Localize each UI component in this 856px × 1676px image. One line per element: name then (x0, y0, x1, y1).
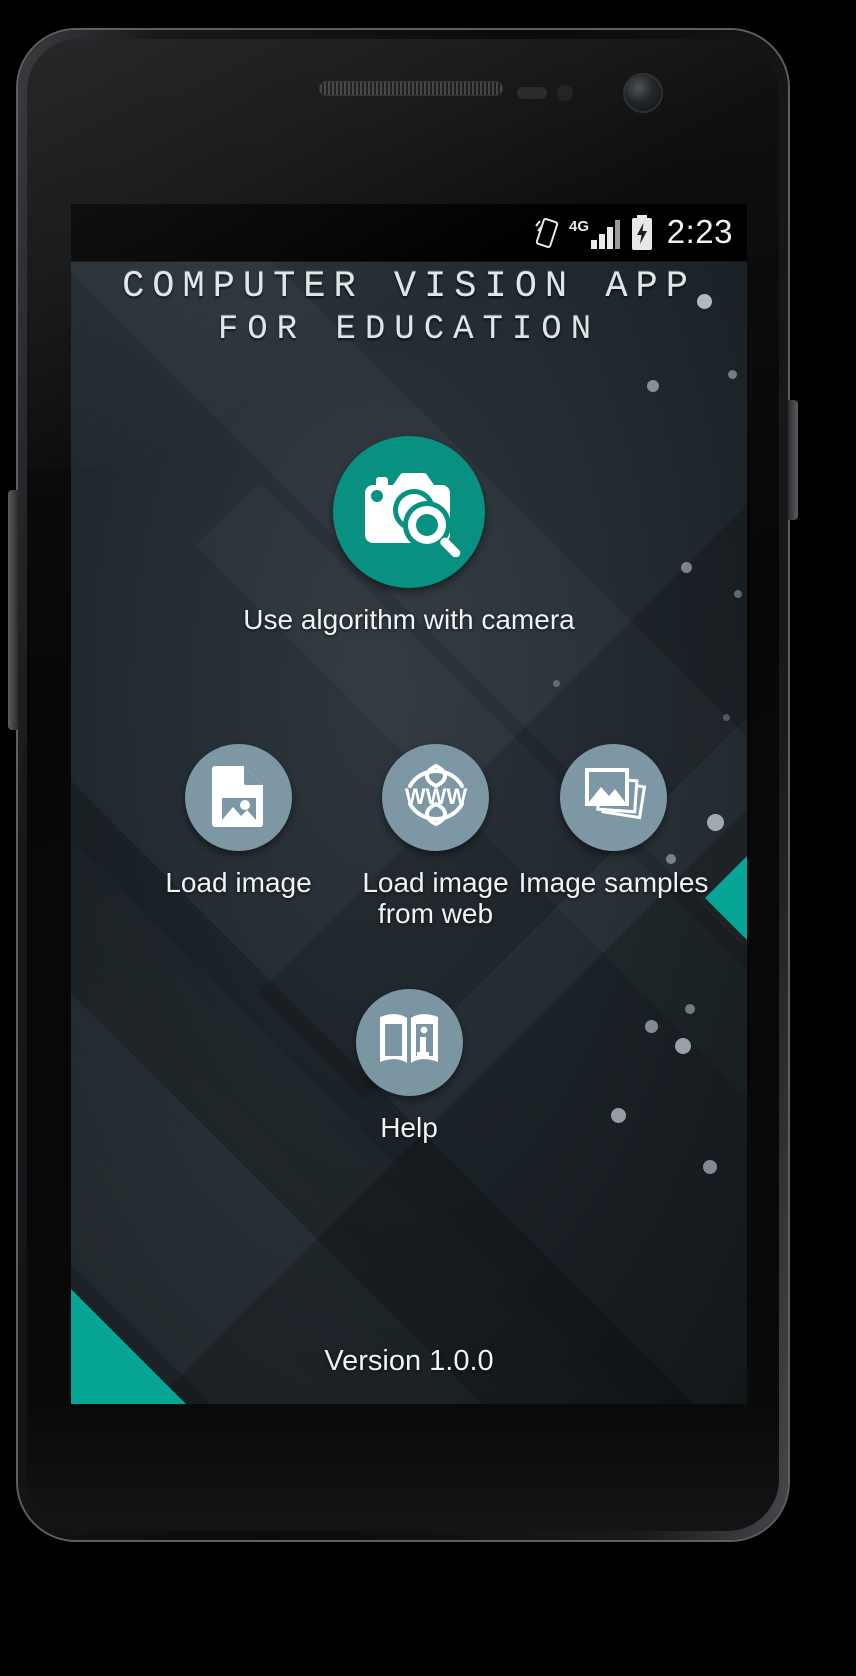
power-button[interactable] (788, 400, 798, 520)
help-button-label: Help (380, 1112, 438, 1143)
image-samples-button[interactable]: Image samples (511, 744, 716, 898)
title-line-2: FOR EDUCATION (217, 310, 601, 349)
earpiece-speaker (319, 81, 503, 96)
camera-button-label: Use algorithm with camera (243, 604, 575, 635)
image-samples-button-label: Image samples (518, 867, 709, 898)
www-globe-icon: WWW (402, 762, 470, 833)
load-image-from-web-button-label: Load image from web (362, 867, 509, 930)
help-button[interactable]: Help (71, 989, 747, 1143)
document-image-icon (211, 762, 267, 833)
use-algorithm-with-camera-button[interactable]: Use algorithm with camera (71, 436, 747, 635)
front-camera-lens (625, 75, 661, 111)
phone-chin (27, 1405, 779, 1531)
title-line-1: COMPUTER VISION APP (122, 266, 696, 308)
proximity-sensor (517, 87, 547, 99)
phone-bezel: 4G 2:23 COMPUTER VISION APP FOR EDUCATIO… (27, 39, 779, 1531)
help-button-circle[interactable] (355, 989, 463, 1096)
www-label: WWW (404, 784, 467, 809)
phone-device: 4G 2:23 COMPUTER VISION APP FOR EDUCATIO… (8, 30, 798, 1540)
phone-screen: 4G 2:23 COMPUTER VISION APP FOR EDUCATIO… (71, 204, 747, 1404)
load-image-from-web-button-circle[interactable]: WWW (382, 744, 489, 851)
light-sensor (557, 85, 573, 101)
load-image-button-circle[interactable] (185, 744, 292, 851)
camera-search-icon (357, 463, 461, 562)
page-title: COMPUTER VISION APP FOR EDUCATION (71, 266, 747, 350)
load-image-button-label: Load image (165, 867, 312, 898)
load-image-button[interactable]: Load image (146, 744, 331, 898)
image-stack-icon (581, 764, 647, 831)
volume-rocker-button[interactable] (8, 490, 18, 730)
camera-button-circle[interactable] (333, 436, 485, 588)
home-screen-content: COMPUTER VISION APP FOR EDUCATION Use al… (71, 204, 747, 1404)
load-image-from-web-button[interactable]: WWW Load image from web (343, 744, 528, 930)
version-label: Version 1.0.0 (324, 1345, 494, 1377)
book-info-icon (376, 1011, 442, 1074)
image-samples-button-circle[interactable] (560, 744, 667, 851)
